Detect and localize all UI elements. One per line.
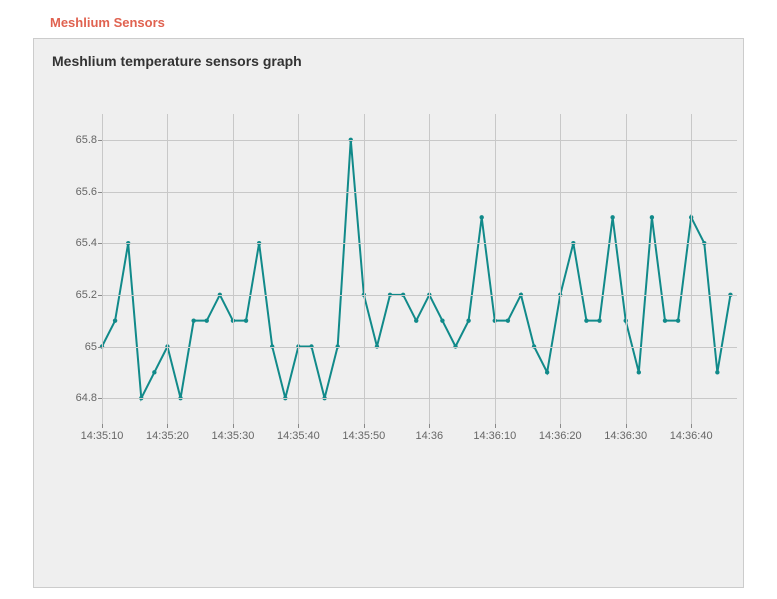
y-axis-label: 65.2 xyxy=(57,289,97,301)
y-axis-label: 65 xyxy=(57,341,97,353)
line-chart-svg xyxy=(102,114,737,424)
data-point xyxy=(440,318,444,322)
data-point xyxy=(205,318,209,322)
grid-line-vertical xyxy=(233,114,234,424)
grid-line-vertical xyxy=(167,114,168,424)
y-axis-label: 65.6 xyxy=(57,186,97,198)
grid-line-horizontal xyxy=(102,295,737,296)
x-axis-label: 14:36:20 xyxy=(539,430,582,442)
grid-line-vertical xyxy=(429,114,430,424)
x-axis-label: 14:35:30 xyxy=(212,430,255,442)
x-axis-label: 14:35:40 xyxy=(277,430,320,442)
data-point xyxy=(584,318,588,322)
data-point xyxy=(663,318,667,322)
data-point xyxy=(191,318,195,322)
data-point xyxy=(610,215,614,219)
y-axis-label: 65.4 xyxy=(57,237,97,249)
data-point xyxy=(506,318,510,322)
x-axis-label: 14:36 xyxy=(416,430,444,442)
data-point xyxy=(152,370,156,374)
data-point xyxy=(637,370,641,374)
grid-line-vertical xyxy=(364,114,365,424)
y-axis-label: 64.8 xyxy=(57,392,97,404)
grid-line-horizontal xyxy=(102,398,737,399)
x-axis-label: 14:36:30 xyxy=(604,430,647,442)
chart-title: Meshlium temperature sensors graph xyxy=(34,39,743,69)
x-axis-tick xyxy=(102,424,103,428)
grid-line-horizontal xyxy=(102,347,737,348)
grid-line-vertical xyxy=(691,114,692,424)
x-axis-tick xyxy=(691,424,692,428)
grid-line-horizontal xyxy=(102,140,737,141)
x-axis-tick xyxy=(626,424,627,428)
x-axis-tick xyxy=(167,424,168,428)
x-axis-tick xyxy=(298,424,299,428)
x-axis-label: 14:35:50 xyxy=(342,430,385,442)
grid-line-vertical xyxy=(102,114,103,424)
x-axis-tick xyxy=(429,424,430,428)
data-point xyxy=(676,318,680,322)
y-axis-label: 65.8 xyxy=(57,134,97,146)
grid-line-vertical xyxy=(626,114,627,424)
x-axis-tick xyxy=(560,424,561,428)
data-point xyxy=(545,370,549,374)
page-title: Meshlium Sensors xyxy=(0,0,777,38)
grid-line-horizontal xyxy=(102,192,737,193)
data-point xyxy=(244,318,248,322)
chart-plot-area: 64.86565.265.465.665.814:35:1014:35:2014… xyxy=(102,114,737,424)
grid-line-vertical xyxy=(560,114,561,424)
x-axis-label: 14:36:10 xyxy=(473,430,516,442)
x-axis-tick xyxy=(364,424,365,428)
data-point xyxy=(479,215,483,219)
data-line xyxy=(102,140,730,398)
data-point xyxy=(597,318,601,322)
x-axis-label: 14:35:10 xyxy=(81,430,124,442)
x-axis-label: 14:36:40 xyxy=(670,430,713,442)
x-axis-label: 14:35:20 xyxy=(146,430,189,442)
x-axis-tick xyxy=(233,424,234,428)
data-point xyxy=(715,370,719,374)
grid-line-vertical xyxy=(495,114,496,424)
data-point xyxy=(650,215,654,219)
x-axis-tick xyxy=(495,424,496,428)
data-point xyxy=(414,318,418,322)
data-point xyxy=(466,318,470,322)
chart-panel: Meshlium temperature sensors graph 64.86… xyxy=(33,38,744,588)
data-point xyxy=(113,318,117,322)
grid-line-vertical xyxy=(298,114,299,424)
grid-line-horizontal xyxy=(102,243,737,244)
